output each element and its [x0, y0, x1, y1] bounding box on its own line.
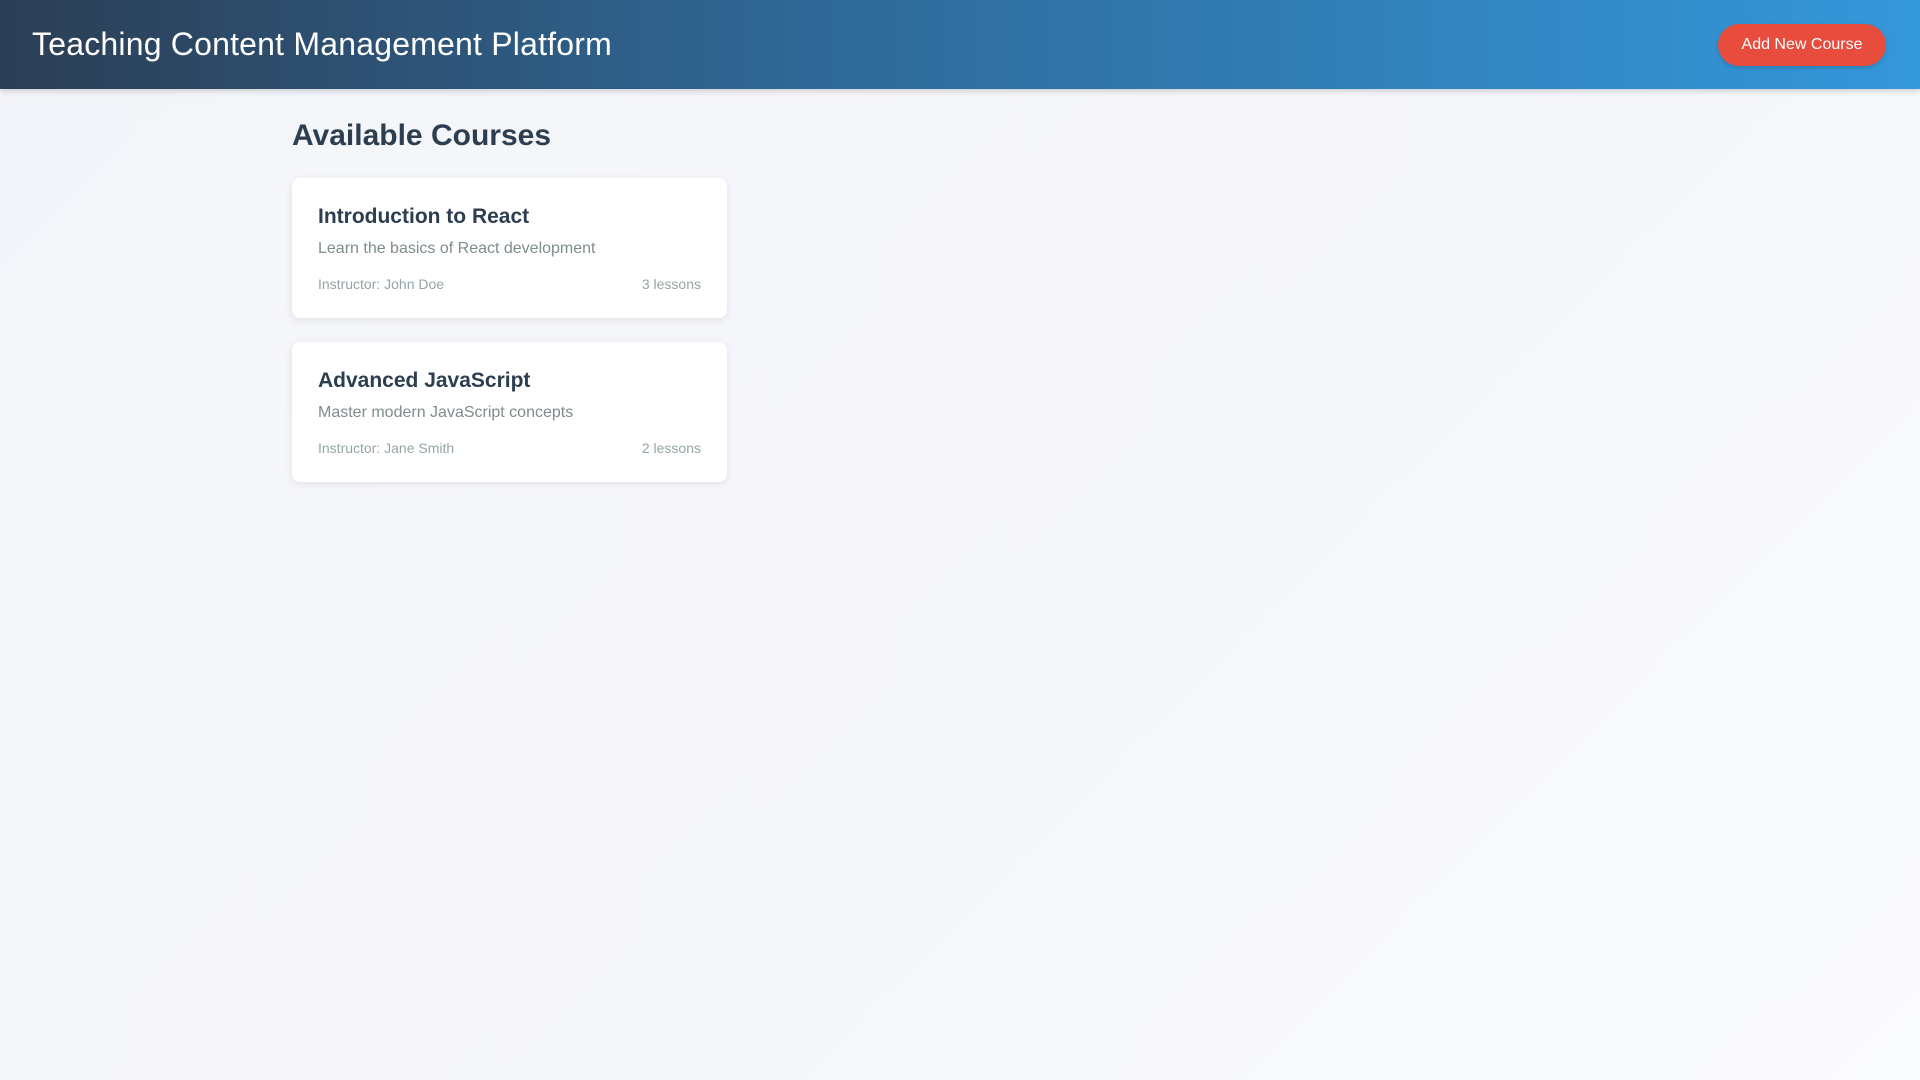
- course-card[interactable]: Advanced JavaScript Master modern JavaSc…: [292, 342, 727, 482]
- course-lesson-count: 2 lessons: [641, 440, 701, 457]
- app-header: Teaching Content Management Platform Add…: [0, 0, 1920, 89]
- course-card[interactable]: Introduction to React Learn the basics o…: [292, 178, 727, 318]
- course-meta: Instructor: Jane Smith 2 lessons: [318, 440, 701, 456]
- course-description: Learn the basics of React development: [318, 240, 596, 258]
- course-list: Introduction to React Learn the basics o…: [292, 178, 727, 482]
- main-content: Available Courses Introduction to React …: [292, 89, 1628, 482]
- course-instructor: Instructor: Jane Smith: [318, 440, 455, 457]
- course-title: Introduction to React: [318, 205, 530, 228]
- course-description: Master modern JavaScript concepts: [318, 404, 574, 422]
- course-meta: Instructor: John Doe 3 lessons: [318, 276, 701, 292]
- app-title: Teaching Content Management Platform: [32, 26, 612, 62]
- add-new-course-button[interactable]: Add New Course: [1718, 23, 1886, 66]
- course-title: Advanced JavaScript: [318, 369, 531, 392]
- section-title: Available Courses: [292, 119, 551, 152]
- course-lesson-count: 3 lessons: [641, 276, 701, 293]
- course-instructor: Instructor: John Doe: [318, 276, 445, 293]
